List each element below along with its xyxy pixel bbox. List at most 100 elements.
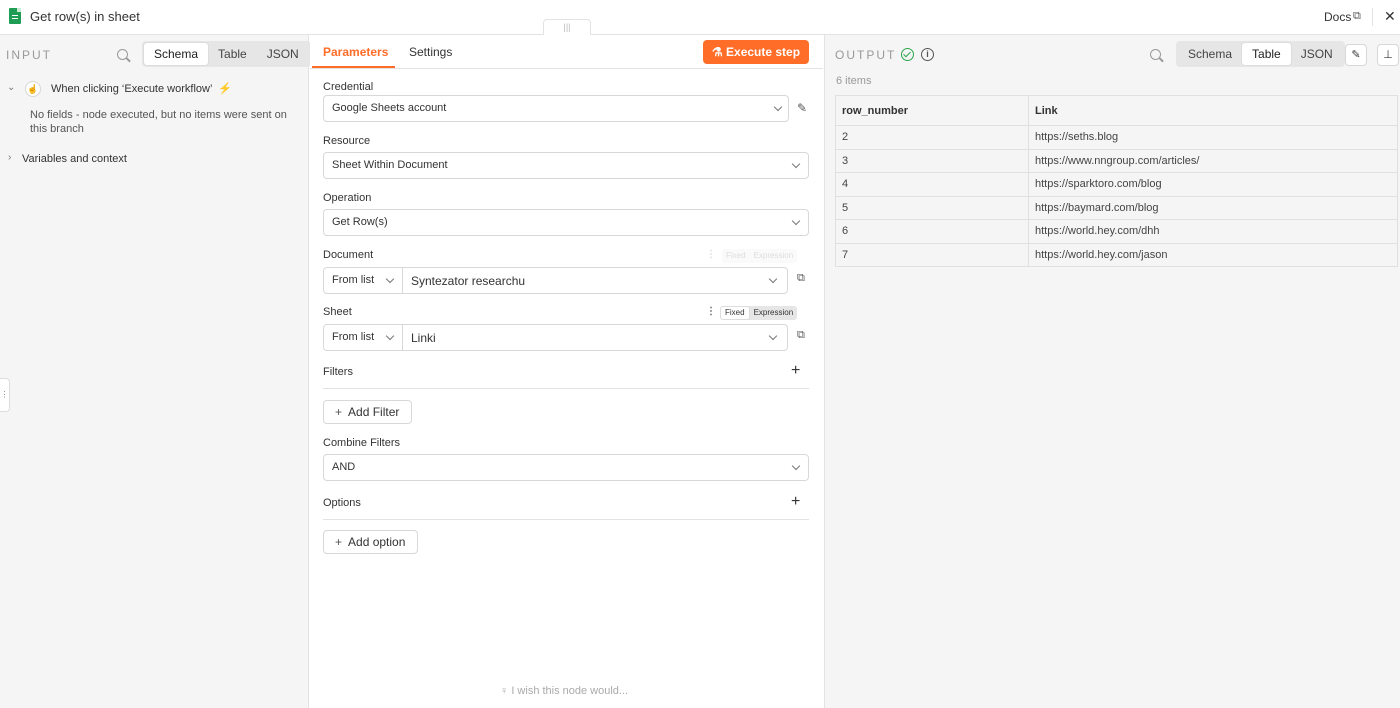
output-panel: OUTPUT i Schema Table JSON ✎ ⊥ 6 items r… xyxy=(824,35,1400,708)
output-view-schema[interactable]: Schema xyxy=(1178,43,1242,65)
tab-settings[interactable]: Settings xyxy=(409,45,452,59)
filters-label: Filters xyxy=(323,366,353,378)
external-link-icon[interactable]: ⧉ xyxy=(1353,10,1361,23)
credential-value: Google Sheets account xyxy=(332,102,447,114)
table-cell[interactable]: 7 xyxy=(835,242,1029,267)
variables-context-row[interactable]: Variables and context xyxy=(22,153,127,165)
search-icon[interactable] xyxy=(117,49,128,60)
output-view-json[interactable]: JSON xyxy=(1291,43,1343,65)
docs-link[interactable]: Docs xyxy=(1324,10,1351,24)
close-icon[interactable]: ✕ xyxy=(1384,8,1396,25)
operation-label: Operation xyxy=(323,192,372,204)
trigger-node-row[interactable]: When clicking ‘Execute workflow’ ⚡ xyxy=(51,82,232,95)
tab-divider xyxy=(310,68,823,69)
search-icon[interactable] xyxy=(1150,49,1161,60)
output-table: row_number Link 2 https://seths.blog 3 htt… xyxy=(835,95,1398,267)
success-check-icon xyxy=(901,48,914,61)
add-option-button[interactable]: + Add option xyxy=(323,530,418,554)
operation-select[interactable]: Get Row(s) xyxy=(323,209,809,236)
pin-icon[interactable]: ⊥ xyxy=(1377,44,1399,66)
input-view-toggle: Schema Table JSON xyxy=(142,41,311,67)
no-fields-message: No fields - node executed, but no items … xyxy=(30,109,287,135)
trigger-node-label: When clicking ‘Execute workflow’ xyxy=(51,83,212,95)
table-header-row: row_number Link xyxy=(835,95,1398,126)
expression-option[interactable]: Expression xyxy=(750,249,798,263)
panel-drag-handle[interactable]: ||| xyxy=(543,19,591,35)
combine-filters-label: Combine Filters xyxy=(323,437,401,449)
table-cell[interactable]: 5 xyxy=(835,195,1029,220)
table-cell[interactable]: https://seths.blog xyxy=(1028,125,1398,150)
table-row: 5 https://baymard.com/blog xyxy=(835,195,1398,220)
table-cell[interactable]: https://baymard.com/blog xyxy=(1028,195,1398,220)
credential-select[interactable]: Google Sheets account xyxy=(323,95,789,122)
output-view-toggle: Schema Table JSON xyxy=(1176,41,1345,67)
document-value: Syntezator researchu xyxy=(411,274,526,288)
chevron-right-icon[interactable]: › xyxy=(8,152,11,163)
plus-icon: + xyxy=(335,405,343,419)
edit-output-icon[interactable]: ✎ xyxy=(1345,44,1367,66)
options-menu-icon[interactable]: ⋮ xyxy=(706,249,716,260)
lightbulb-icon: ♀ xyxy=(500,685,512,697)
sheet-label: Sheet xyxy=(323,306,352,318)
tab-parameters[interactable]: Parameters xyxy=(323,45,388,59)
chevron-down-icon xyxy=(773,102,783,112)
table-cell[interactable]: 4 xyxy=(835,172,1029,197)
options-divider xyxy=(323,519,809,520)
node-header: Get row(s) in sheet ||| Docs ⧉ ✕ xyxy=(0,0,1400,35)
table-cell[interactable]: https://world.hey.com/jason xyxy=(1028,242,1398,267)
fixed-expression-toggle[interactable]: Fixed Expression xyxy=(722,249,798,263)
lightning-icon: ⚡ xyxy=(215,83,232,95)
resource-label: Resource xyxy=(323,135,371,147)
info-icon[interactable]: i xyxy=(921,48,934,61)
add-filter-plus-icon[interactable]: + xyxy=(791,362,800,380)
edit-credential-icon[interactable]: ✎ xyxy=(797,101,807,115)
document-label: Document xyxy=(323,249,374,261)
feedback-link[interactable]: ♀ I wish this node would... xyxy=(500,685,628,697)
collapse-handle[interactable]: ⋮ xyxy=(0,378,10,412)
input-view-table[interactable]: Table xyxy=(208,43,257,65)
item-count: 6 items xyxy=(836,75,872,87)
options-menu-icon[interactable]: ⋮ xyxy=(706,306,716,317)
add-option-label: Add option xyxy=(348,535,406,549)
cursor-click-icon: ☝ xyxy=(25,81,41,97)
input-view-schema[interactable]: Schema xyxy=(144,43,209,65)
flask-icon: ⚗ xyxy=(711,45,727,59)
plus-icon: + xyxy=(335,535,343,549)
execute-step-button[interactable]: ⚗ Execute step xyxy=(703,40,809,64)
feedback-text: I wish this node would... xyxy=(511,685,629,697)
document-select[interactable]: Syntezator researchu xyxy=(402,267,788,294)
options-label: Options xyxy=(323,497,361,509)
combine-filters-select[interactable]: AND xyxy=(323,454,809,481)
table-cell[interactable]: 2 xyxy=(835,125,1029,150)
fixed-expression-toggle[interactable]: Fixed Expression xyxy=(720,306,798,320)
table-cell[interactable]: https://world.hey.com/dhh xyxy=(1028,219,1398,244)
column-header[interactable]: row_number xyxy=(835,95,1029,126)
sheet-select[interactable]: Linki xyxy=(402,324,788,351)
table-cell[interactable]: https://www.nngroup.com/articles/ xyxy=(1028,148,1398,173)
output-label: OUTPUT xyxy=(835,48,897,62)
table-cell[interactable]: https://sparktoro.com/blog xyxy=(1028,172,1398,197)
add-option-plus-icon[interactable]: + xyxy=(791,493,800,511)
chevron-down-icon[interactable]: ⌄ xyxy=(7,82,15,93)
add-filter-button[interactable]: + Add Filter xyxy=(323,400,412,424)
fixed-option[interactable]: Fixed xyxy=(720,306,750,320)
header-divider xyxy=(1372,8,1373,26)
combine-filters-value: AND xyxy=(332,461,356,473)
document-mode-select[interactable]: From list xyxy=(323,267,403,294)
table-cell[interactable]: 6 xyxy=(835,219,1029,244)
chevron-down-icon xyxy=(791,461,801,471)
fixed-option[interactable]: Fixed xyxy=(722,249,750,263)
sheet-mode-value: From list xyxy=(332,331,375,343)
expression-option[interactable]: Expression xyxy=(750,306,798,320)
node-title[interactable]: Get row(s) in sheet xyxy=(30,9,140,24)
open-external-icon[interactable]: ⧉ xyxy=(797,329,805,342)
table-cell[interactable]: 3 xyxy=(835,148,1029,173)
parameters-panel: Parameters Settings ⚗ Execute step Crede… xyxy=(310,35,823,708)
open-external-icon[interactable]: ⧉ xyxy=(797,272,805,285)
column-header[interactable]: Link xyxy=(1028,95,1398,126)
sheet-mode-select[interactable]: From list xyxy=(323,324,403,351)
resource-select[interactable]: Sheet Within Document xyxy=(323,152,809,179)
chevron-down-icon xyxy=(791,159,801,169)
input-view-json[interactable]: JSON xyxy=(257,43,309,65)
output-view-table[interactable]: Table xyxy=(1242,43,1291,65)
